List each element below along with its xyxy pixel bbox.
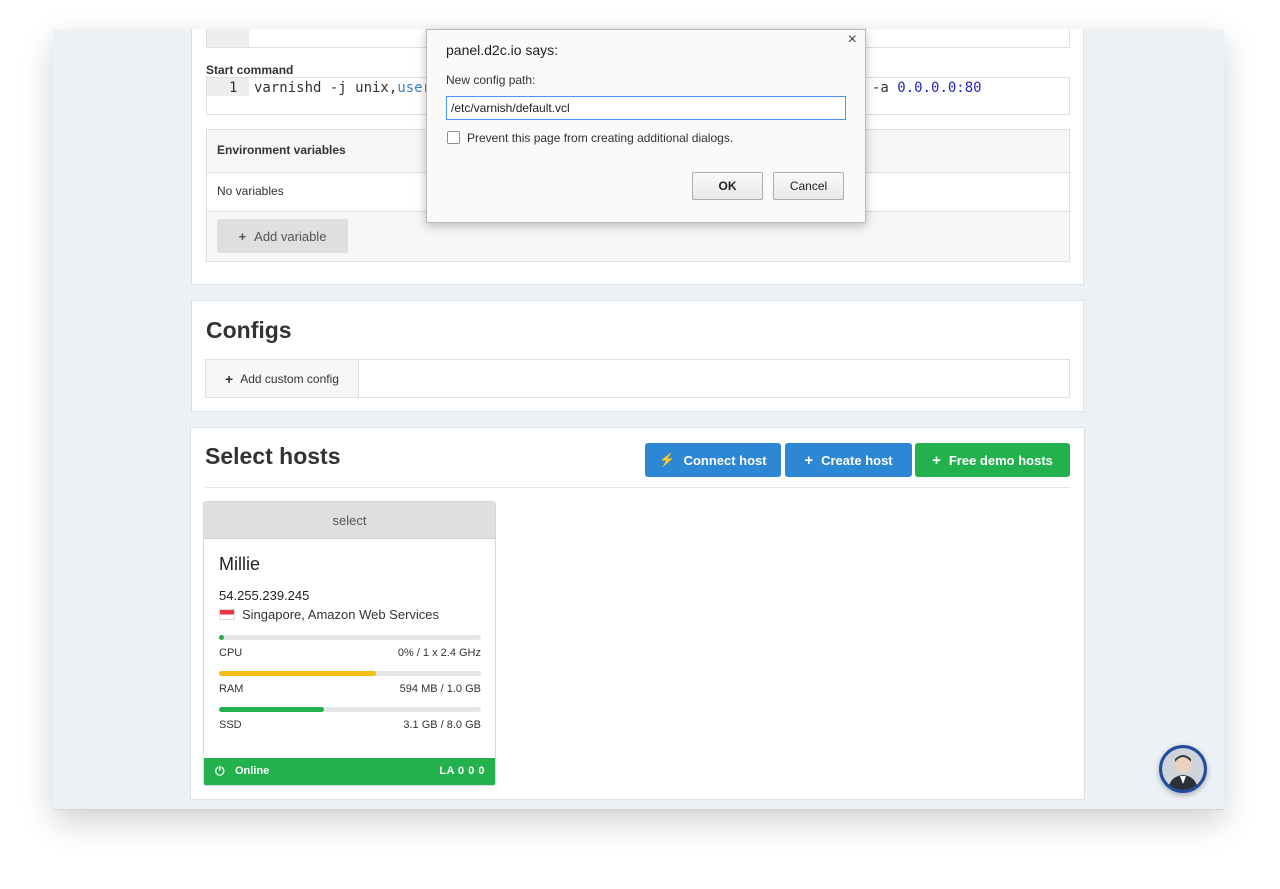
code-text: varnishd -j unix,user: [254, 80, 431, 96]
ssd-bar: [219, 707, 481, 712]
ok-button[interactable]: OK: [692, 172, 763, 200]
code-prefix: varnishd -j unix,: [254, 80, 398, 96]
ssd-bar-fill: [219, 707, 324, 712]
add-custom-config-label: Add custom config: [240, 371, 339, 386]
free-demo-hosts-button[interactable]: + Free demo hosts: [915, 443, 1070, 477]
code-flag: -a: [872, 80, 898, 96]
power-icon: ⏻: [215, 764, 225, 778]
select-hosts-panel: Select hosts ⚡ Connect host + Create hos…: [190, 427, 1085, 800]
connect-host-button[interactable]: ⚡ Connect host: [645, 443, 781, 477]
plus-icon: +: [238, 228, 247, 244]
configs-title: Configs: [206, 317, 292, 343]
plus-icon: +: [225, 370, 234, 387]
ram-label: RAM: [219, 683, 244, 695]
host-card[interactable]: select Millie 54.255.239.245 Singapore, …: [203, 501, 496, 786]
plus-icon: +: [804, 451, 814, 469]
host-select-button[interactable]: select: [204, 502, 495, 539]
ok-label: OK: [718, 179, 737, 193]
line-number: 1: [229, 80, 238, 96]
host-location: Singapore, Amazon Web Services: [242, 607, 440, 622]
cancel-label: Cancel: [789, 179, 828, 193]
support-chat-avatar[interactable]: [1159, 745, 1207, 793]
cpu-value: 0% / 1 x 2.4 GHz: [397, 647, 481, 659]
config-path-input[interactable]: [446, 96, 846, 120]
create-host-button[interactable]: + Create host: [785, 443, 912, 477]
plug-icon: ⚡: [659, 452, 676, 467]
singapore-flag-icon: [219, 609, 235, 620]
code-tail: -a 0.0.0.0:80: [872, 80, 982, 96]
env-variables-title: Environment variables: [217, 143, 346, 157]
start-command-label: Start command: [206, 63, 294, 77]
create-host-label: Create host: [821, 452, 893, 468]
section-divider: [205, 487, 1070, 488]
dialog-close-button[interactable]: ×: [848, 31, 857, 49]
code-gutter: [207, 78, 249, 96]
free-demo-hosts-label: Free demo hosts: [948, 452, 1053, 468]
code-gutter: [207, 29, 249, 47]
add-custom-config-button[interactable]: + Add custom config: [206, 360, 359, 397]
cpu-bar-fill: [219, 635, 225, 640]
connect-host-label: Connect host: [683, 452, 767, 468]
select-hosts-title: Select hosts: [205, 443, 341, 469]
avatar-icon: [1162, 748, 1204, 790]
ssd-value: 3.1 GB / 8.0 GB: [403, 719, 481, 731]
host-select-label: select: [332, 512, 367, 528]
suppress-dialogs-label: Prevent this page from creating addition…: [467, 131, 734, 145]
host-status: Online: [235, 765, 270, 777]
add-variable-label: Add variable: [254, 228, 327, 244]
suppress-dialogs-checkbox[interactable]: [447, 131, 460, 144]
ram-value: 594 MB / 1.0 GB: [399, 683, 481, 695]
configs-panel: Configs + Add custom config: [191, 300, 1084, 412]
host-status-bar: ⏻ Online LA 0 0 0: [204, 758, 495, 785]
host-location-row: Singapore, Amazon Web Services: [219, 607, 439, 622]
ram-bar-fill: [219, 671, 377, 676]
ram-bar: [219, 671, 481, 676]
dialog-title: panel.d2c.io says:: [446, 42, 559, 58]
cpu-label: CPU: [219, 647, 243, 659]
configs-list: + Add custom config: [205, 359, 1070, 398]
host-name: Millie: [219, 554, 261, 574]
cpu-bar: [219, 635, 481, 640]
prompt-dialog: × panel.d2c.io says: New config path: Pr…: [426, 29, 866, 223]
cancel-button[interactable]: Cancel: [773, 172, 844, 200]
add-variable-button[interactable]: + Add variable: [217, 219, 348, 253]
plus-icon: +: [932, 451, 941, 469]
ssd-label: SSD: [219, 719, 242, 731]
host-load-average: LA 0 0 0: [439, 765, 485, 777]
code-value: 0.0.0.0:80: [897, 80, 982, 96]
env-empty-text: No variables: [217, 184, 284, 198]
host-ip: 54.255.239.245: [219, 588, 310, 603]
dialog-prompt-text: New config path:: [446, 73, 536, 87]
